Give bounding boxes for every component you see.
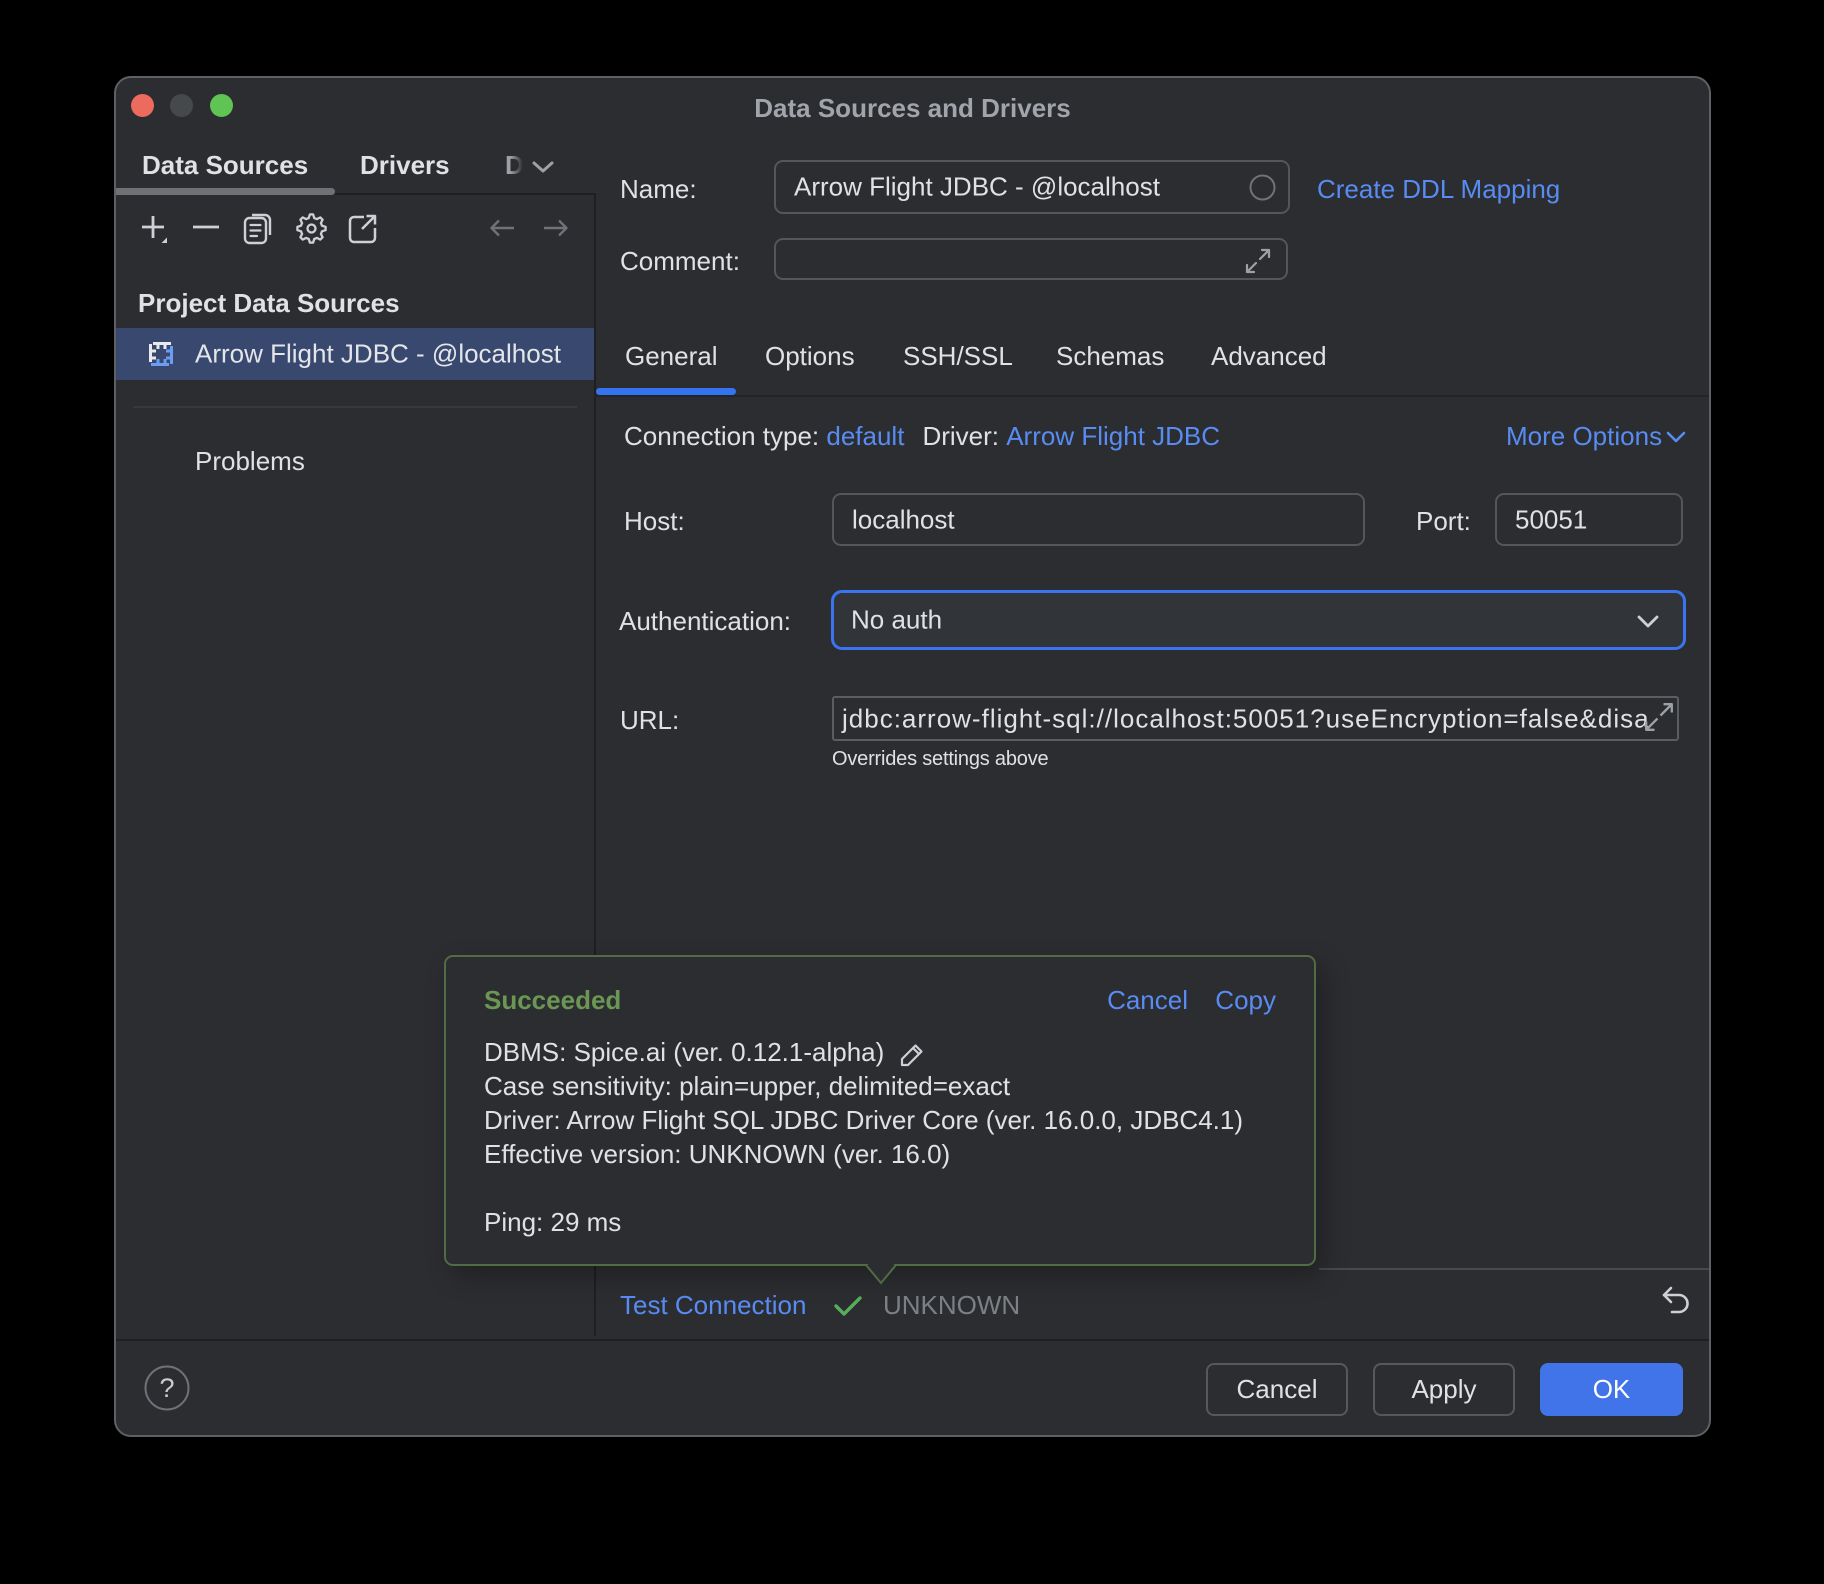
svg-text:?: ? xyxy=(159,1373,174,1403)
